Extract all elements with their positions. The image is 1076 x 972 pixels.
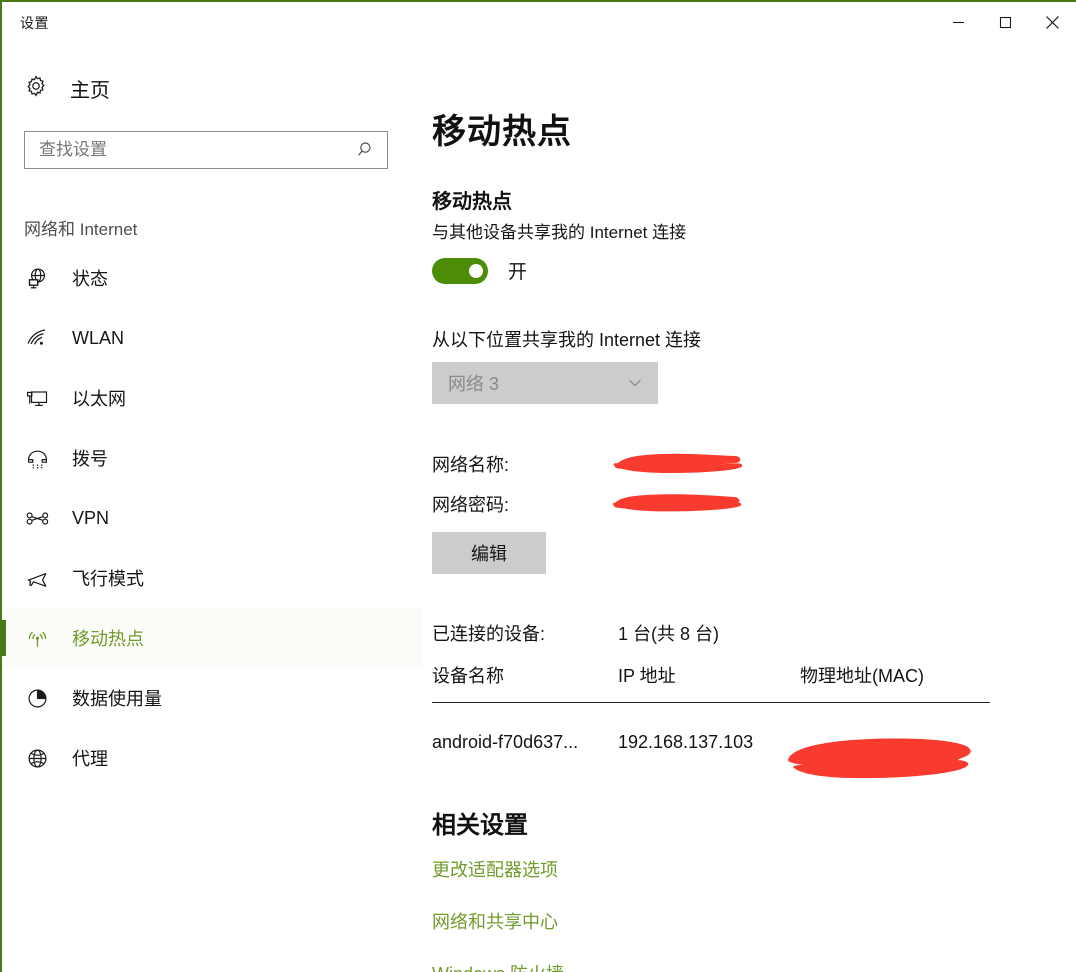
globe-icon xyxy=(24,745,50,771)
status-globe-icon xyxy=(24,265,50,291)
network-password-value xyxy=(612,488,772,520)
network-name-value xyxy=(612,448,772,480)
sidebar-item-label: 飞行模式 xyxy=(72,569,144,589)
network-password-row: 网络密码: xyxy=(432,484,1036,524)
redaction-mark xyxy=(788,738,971,779)
sidebar-item-proxy[interactable]: 代理 xyxy=(2,728,422,788)
share-from-selected-value: 网络 3 xyxy=(448,374,500,394)
sidebar-item-label: WLAN xyxy=(72,327,125,348)
redaction-mark xyxy=(613,453,742,473)
cell-ip-address: 192.168.137.103 xyxy=(618,731,754,752)
sidebar: 主页 网络和 Internet xyxy=(2,48,422,972)
sidebar-item-wlan[interactable]: WLAN xyxy=(2,308,422,368)
network-password-label: 网络密码: xyxy=(432,495,510,515)
wifi-icon xyxy=(24,325,50,351)
ethernet-icon xyxy=(24,385,50,411)
vpn-key-icon xyxy=(24,505,50,531)
sidebar-item-label: 移动热点 xyxy=(72,629,144,649)
related-settings-block: 相关设置 更改适配器选项 网络和共享中心 Windows 防火墙 xyxy=(432,805,1036,972)
settings-window: 设置 主页 查找设置 网络和 Internet 状态 WLAN 以太网 拨号 V… xyxy=(0,0,1076,972)
window-title: 设置 xyxy=(20,15,49,31)
link-network-sharing-center[interactable]: 网络和共享中心 xyxy=(432,908,1036,934)
link-change-adapter-options[interactable]: 更改适配器选项 xyxy=(432,856,1036,882)
minimize-icon xyxy=(953,21,964,23)
search-box[interactable] xyxy=(24,131,388,169)
column-header-mac-address: 物理地址(MAC) xyxy=(800,666,924,686)
sidebar-item-label: 以太网 xyxy=(72,389,126,409)
share-from-label: 从以下位置共享我的 Internet 连接 xyxy=(432,330,702,350)
pie-chart-icon xyxy=(24,685,50,711)
hotspot-section-subtitle: 与其他设备共享我的 Internet 连接 xyxy=(432,223,687,242)
connected-devices-label: 已连接的设备: xyxy=(432,624,546,644)
sidebar-nav: 状态 WLAN 以太网 拨号 VPN 飞行模式 移动热点 数据使用量 代理 xyxy=(2,248,422,788)
sidebar-item-vpn[interactable]: VPN xyxy=(2,488,422,548)
sidebar-home-label: 主页 xyxy=(70,80,110,102)
close-button[interactable] xyxy=(1029,2,1076,42)
devices-table-header: 设备名称 IP 地址 物理地址(MAC) xyxy=(432,662,990,703)
table-row[interactable]: android-f70d637... 192.168.137.103 xyxy=(432,713,990,779)
network-name-label: 网络名称: xyxy=(432,455,510,475)
network-name-row: 网络名称: xyxy=(432,444,1036,484)
sidebar-item-dialup[interactable]: 拨号 xyxy=(2,428,422,488)
sidebar-item-airplane-mode[interactable]: 飞行模式 xyxy=(2,548,422,608)
sidebar-item-data-usage[interactable]: 数据使用量 xyxy=(2,668,422,728)
sidebar-item-mobile-hotspot[interactable]: 移动热点 xyxy=(2,608,422,668)
page-title: 移动热点 xyxy=(432,113,572,151)
maximize-icon xyxy=(999,16,1012,28)
toggle-knob xyxy=(469,263,483,278)
gear-icon xyxy=(24,74,48,103)
devices-table: 设备名称 IP 地址 物理地址(MAC) android-f70d637... … xyxy=(432,662,990,779)
hotspot-antenna-icon xyxy=(24,625,50,651)
sidebar-item-label: 拨号 xyxy=(72,449,108,469)
connected-devices-count-row: 已连接的设备: 1 台(共 8 台) xyxy=(432,620,1036,646)
search-input[interactable] xyxy=(25,132,387,168)
edit-button[interactable]: 编辑 xyxy=(432,532,546,574)
sidebar-item-ethernet[interactable]: 以太网 xyxy=(2,368,422,428)
sidebar-item-label: 数据使用量 xyxy=(72,689,162,709)
column-header-device-name: 设备名称 xyxy=(432,666,504,686)
sidebar-item-label: 代理 xyxy=(72,749,108,769)
maximize-button[interactable] xyxy=(982,2,1029,42)
dialup-phone-icon xyxy=(24,445,50,471)
cell-device-name: android-f70d637... xyxy=(432,731,579,752)
minimize-button[interactable] xyxy=(935,2,982,42)
redaction-mark xyxy=(612,494,742,512)
link-windows-firewall[interactable]: Windows 防火墙 xyxy=(432,960,1036,972)
caption-buttons xyxy=(935,2,1076,42)
search-button[interactable] xyxy=(355,138,379,162)
sidebar-item-label: VPN xyxy=(72,507,110,528)
related-settings-heading: 相关设置 xyxy=(432,812,528,839)
airplane-icon xyxy=(24,565,50,591)
hotspot-section-heading: 移动热点 xyxy=(432,191,512,213)
sidebar-group-label: 网络和 Internet xyxy=(24,220,138,239)
close-icon xyxy=(1046,15,1059,29)
chevron-down-icon xyxy=(629,379,641,387)
connected-devices-count: 1 台(共 8 台) xyxy=(618,624,720,644)
title-bar: 设置 xyxy=(2,2,1076,48)
search-area xyxy=(2,115,422,169)
sidebar-item-label: 状态 xyxy=(72,269,108,289)
column-header-ip-address: IP 地址 xyxy=(618,666,676,686)
hotspot-toggle-row: 开 xyxy=(432,257,1036,284)
main-pane: 移动热点 移动热点 与其他设备共享我的 Internet 连接 开 从以下位置共… xyxy=(422,48,1076,972)
share-from-dropdown[interactable]: 网络 3 xyxy=(432,362,658,404)
hotspot-toggle[interactable] xyxy=(432,257,488,284)
window-content: 主页 网络和 Internet xyxy=(2,48,1076,972)
sidebar-item-status[interactable]: 状态 xyxy=(2,248,422,308)
sidebar-item-home[interactable]: 主页 xyxy=(2,62,422,115)
connected-devices-block: 已连接的设备: 1 台(共 8 台) 设备名称 IP 地址 物理地址(MAC) … xyxy=(432,620,1036,779)
hotspot-toggle-state-label: 开 xyxy=(508,262,528,283)
search-icon xyxy=(358,142,371,156)
